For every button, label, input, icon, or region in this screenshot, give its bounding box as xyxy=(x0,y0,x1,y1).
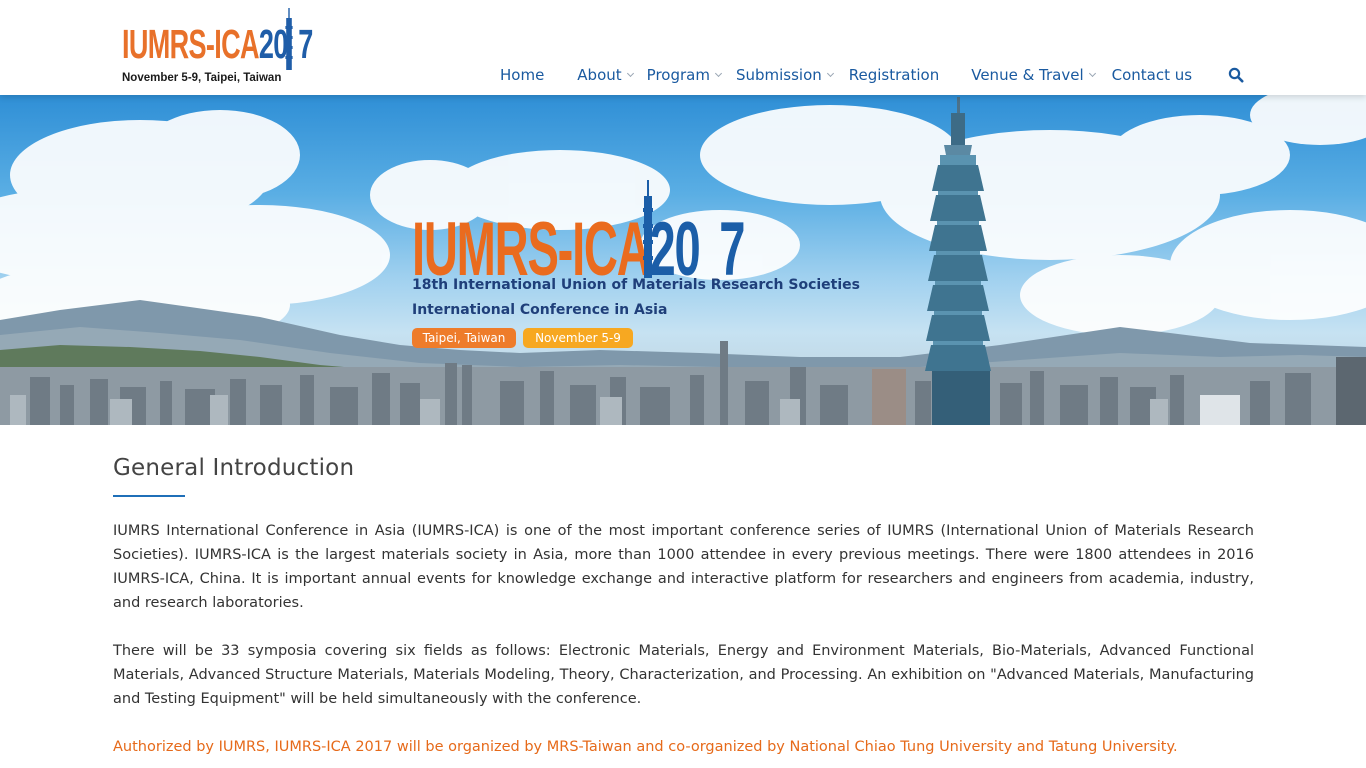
nav-home[interactable]: Home xyxy=(500,66,544,84)
title-underline xyxy=(113,495,185,497)
site-logo[interactable]: IUMRS-ICA20 7 November 5-9, Taipei, Taiwa… xyxy=(122,6,322,88)
search-icon[interactable] xyxy=(1228,67,1244,83)
nav-about-label: About xyxy=(577,66,622,84)
site-header: IUMRS-ICA20 7 November 5-9, Taipei, Taiwa… xyxy=(0,0,1366,95)
intro-paragraph-2: There will be 33 symposia covering six f… xyxy=(113,643,1254,707)
hero-subtitle-line1: 18th International Union of Materials Re… xyxy=(412,277,860,293)
logo-tagline: November 5-9, Taipei, Taiwan xyxy=(122,72,282,84)
nav-contact-label: Contact us xyxy=(1111,66,1193,84)
nav-venue-travel[interactable]: Venue & Travel xyxy=(971,66,1096,84)
page-title: General Introduction xyxy=(113,455,355,481)
hero-subtitle-line2: International Conference in Asia xyxy=(412,302,668,318)
nav-venue-travel-label: Venue & Travel xyxy=(971,66,1084,84)
taipei101-tower-icon xyxy=(643,180,653,278)
chevron-down-icon xyxy=(626,69,634,78)
nav-contact[interactable]: Contact us xyxy=(1112,66,1192,84)
nav-home-label: Home xyxy=(500,66,545,84)
logo-word-year-c: 7 xyxy=(298,21,313,67)
main-nav: Home About Program Submission Registrati… xyxy=(500,62,1192,88)
date-badge: November 5-9 xyxy=(523,328,633,348)
logo-word-orange: IUMRS-ICA xyxy=(122,21,260,67)
hero-banner: IUMRS-ICA20 7 18th International Union of… xyxy=(0,95,1366,425)
intro-paragraph-1: IUMRS International Conference in Asia (… xyxy=(113,523,1254,611)
nav-registration-label: Registration xyxy=(848,66,940,84)
nav-program[interactable]: Program xyxy=(646,66,722,84)
nav-submission-label: Submission xyxy=(735,66,822,84)
hero-logo: IUMRS-ICA20 7 xyxy=(412,180,746,288)
main-content: General Introduction IUMRS International… xyxy=(113,455,1254,759)
organizer-note: Authorized by IUMRS, IUMRS-ICA 2017 will… xyxy=(113,739,1178,755)
logo-word-year-a: 2 xyxy=(258,21,274,67)
chevron-down-icon xyxy=(826,69,834,78)
nav-submission[interactable]: Submission xyxy=(735,66,834,84)
nav-registration[interactable]: Registration xyxy=(849,66,939,84)
nav-program-label: Program xyxy=(646,66,710,84)
chevron-down-icon xyxy=(714,69,722,78)
location-badge: Taipei, Taiwan xyxy=(412,328,516,348)
chevron-down-icon xyxy=(1088,69,1096,78)
nav-about[interactable]: About xyxy=(577,66,634,84)
taipei101-tower-icon xyxy=(285,8,293,70)
